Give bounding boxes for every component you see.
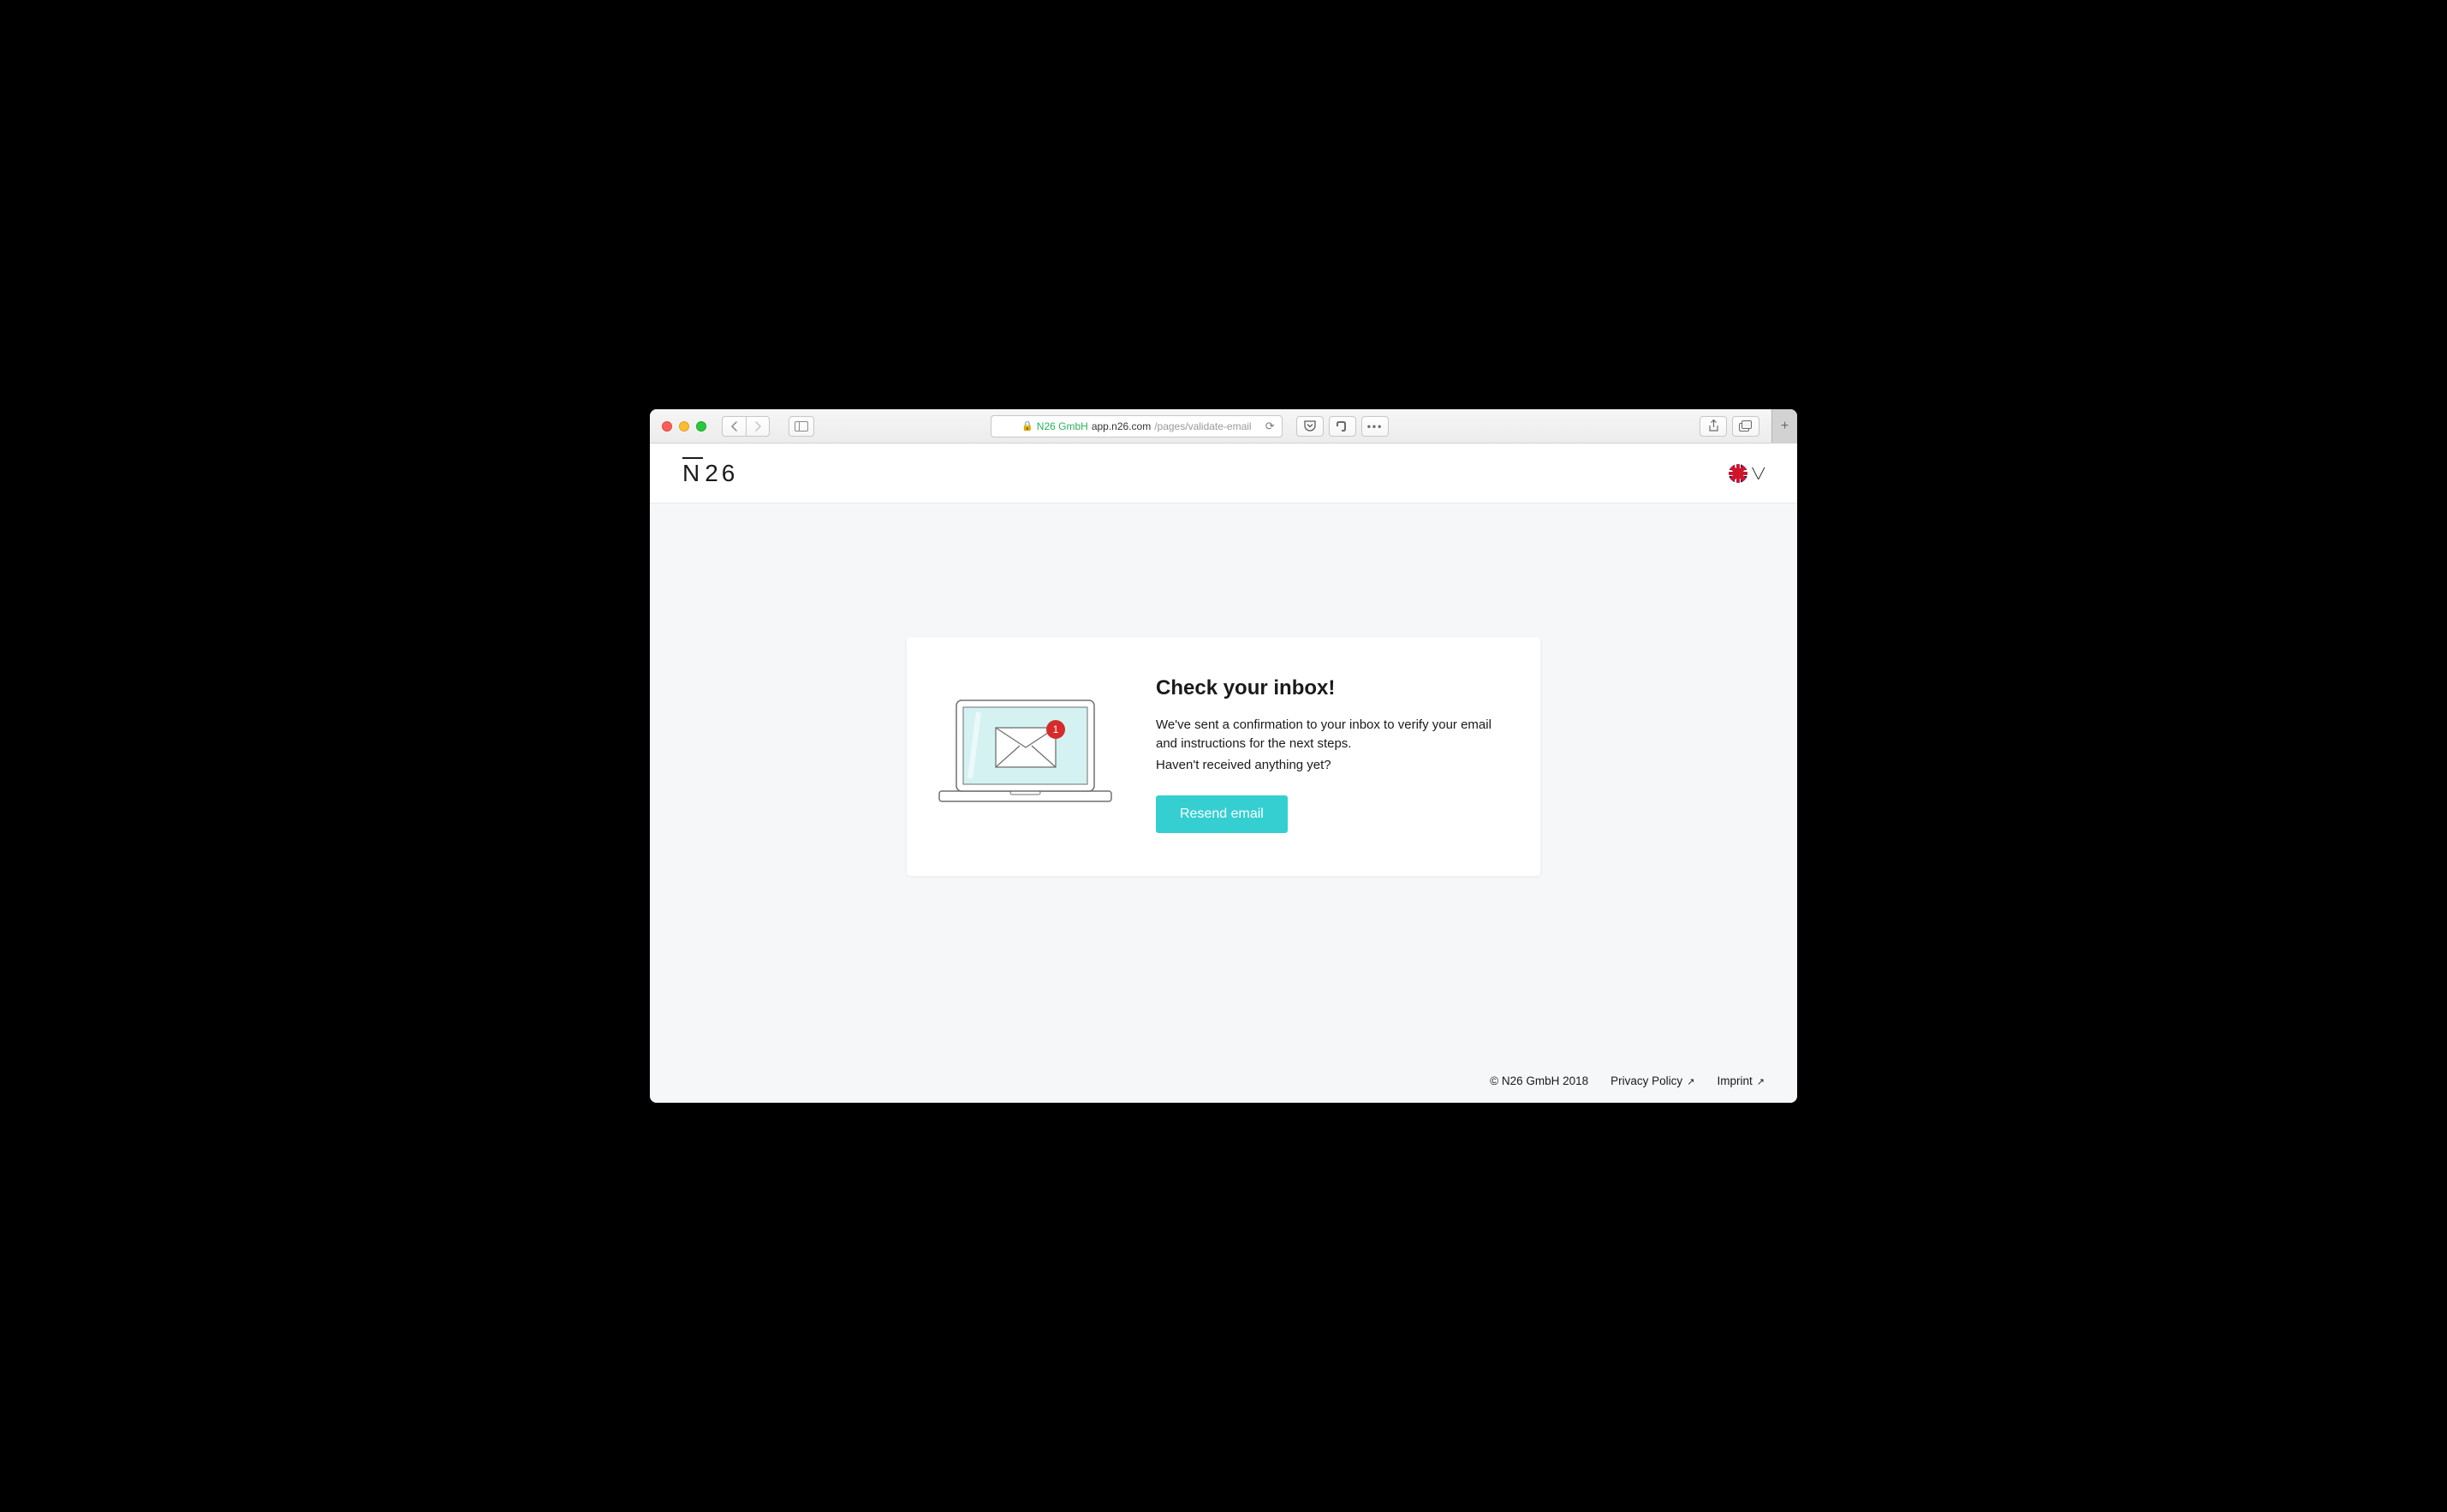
card-body: Check your inbox! We've sent a confirmat… (1156, 676, 1506, 834)
logo-26: 26 (705, 460, 738, 487)
window-controls (662, 421, 706, 432)
verify-email-card: 1 Check your inbox! We've sent a confirm… (907, 637, 1540, 877)
minimize-window-icon[interactable] (679, 421, 689, 432)
n26-logo[interactable]: N26 (682, 460, 738, 487)
browser-toolbar: 🔒 N26 GmbH app.n26.com/pages/validate-em… (650, 409, 1797, 443)
content-area: 1 Check your inbox! We've sent a confirm… (650, 503, 1797, 1061)
page: N26 ╲╱ (650, 443, 1797, 1103)
pocket-button[interactable] (1296, 416, 1324, 437)
close-window-icon[interactable] (662, 421, 672, 432)
laptop-email-illustration: 1 (938, 697, 1113, 813)
language-picker[interactable]: ╲╱ (1729, 464, 1765, 483)
sidebar-icon (795, 421, 808, 432)
card-text-line2: Haven't received anything yet? (1156, 756, 1506, 776)
app-header: N26 ╲╱ (650, 443, 1797, 503)
nav-buttons (722, 416, 770, 437)
toolbar-far-right (1700, 416, 1759, 437)
lock-icon: 🔒 (1021, 420, 1033, 432)
card-title: Check your inbox! (1156, 676, 1506, 700)
maximize-window-icon[interactable] (696, 421, 706, 432)
footer-privacy-link[interactable]: Privacy Policy ↗ (1610, 1074, 1694, 1087)
share-button[interactable] (1700, 416, 1727, 437)
new-tab-button[interactable]: + (1771, 409, 1797, 443)
footer-privacy-label: Privacy Policy (1610, 1074, 1682, 1087)
url-path: /pages/validate-email (1154, 420, 1251, 432)
badge-count: 1 (1053, 723, 1059, 735)
footer-imprint-link[interactable]: Imprint ↗ (1717, 1074, 1765, 1087)
chevron-right-icon (754, 421, 762, 432)
chevron-down-icon: ╲╱ (1753, 467, 1765, 479)
external-link-icon: ↗ (1684, 1077, 1694, 1087)
share-icon (1708, 420, 1719, 432)
resend-email-button[interactable]: Resend email (1156, 795, 1288, 833)
tabs-button[interactable] (1732, 416, 1759, 437)
browser-window: 🔒 N26 GmbH app.n26.com/pages/validate-em… (650, 409, 1797, 1103)
footer: © N26 GmbH 2018 Privacy Policy ↗ Imprint… (650, 1061, 1797, 1103)
external-link-icon: ↗ (1754, 1077, 1765, 1087)
plus-icon: + (1781, 419, 1789, 434)
chevron-left-icon (730, 421, 738, 432)
evernote-icon (1337, 420, 1348, 432)
tabs-icon (1739, 420, 1753, 432)
evernote-button[interactable] (1329, 416, 1356, 437)
pocket-icon (1304, 420, 1316, 432)
uk-flag-icon (1729, 464, 1747, 483)
footer-copyright: © N26 GmbH 2018 (1490, 1074, 1588, 1087)
reload-icon[interactable]: ⟳ (1265, 420, 1275, 433)
url-domain: app.n26.com (1092, 420, 1151, 432)
card-text-line1: We've sent a confirmation to your inbox … (1156, 716, 1506, 754)
toolbar-right: ••• (1296, 416, 1390, 437)
back-button[interactable] (722, 416, 746, 437)
forward-button[interactable] (746, 416, 770, 437)
address-bar[interactable]: 🔒 N26 GmbH app.n26.com/pages/validate-em… (991, 415, 1283, 438)
logo-n: N (682, 460, 703, 487)
sidebar-button[interactable] (789, 416, 814, 437)
footer-imprint-label: Imprint (1717, 1074, 1752, 1087)
more-icon: ••• (1367, 420, 1384, 432)
url-org: N26 GmbH (1037, 420, 1088, 432)
more-button[interactable]: ••• (1361, 416, 1390, 437)
